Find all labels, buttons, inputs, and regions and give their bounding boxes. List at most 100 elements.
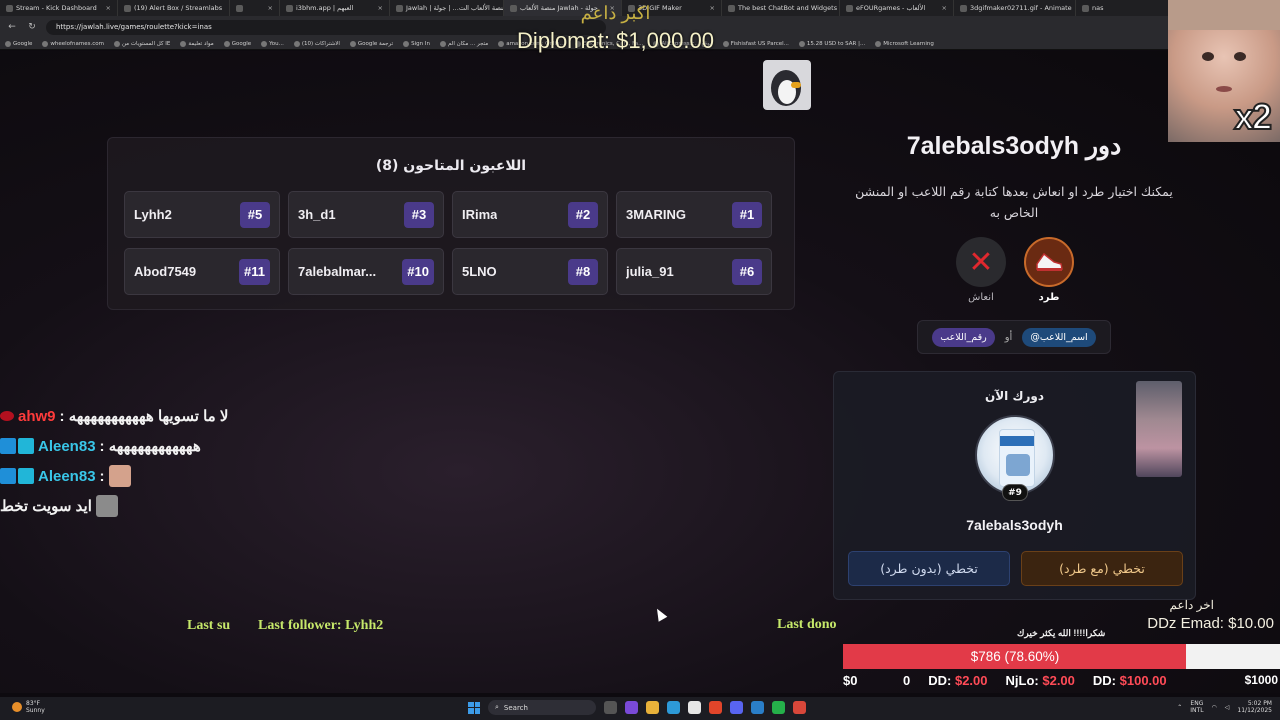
player-card[interactable]: 3MARING #1 [616, 191, 772, 238]
bookmark-favicon-icon [42, 40, 49, 47]
player-card[interactable]: IRima #2 [452, 191, 608, 238]
last-donor-label: Last dono [777, 617, 837, 632]
player-card[interactable]: Abod7549 #11 [124, 248, 280, 295]
bookmark-item[interactable]: Microsoft Learning [870, 40, 939, 47]
tab-label: The best ChatBot and Widgets [738, 4, 838, 12]
browser-tab[interactable]: Jawlah | منصة الألعاب الت... | جولة× [390, 0, 504, 16]
brave-icon[interactable] [709, 701, 722, 714]
store-icon[interactable] [688, 701, 701, 714]
bookmark-favicon-icon [875, 40, 882, 47]
players-grid: Lyhh2 #5 3h_d1 #3 IRima #2 3MARING #1 Abod7549 #1… [124, 191, 772, 295]
player-card[interactable]: 7alebalmar... #10 [288, 248, 444, 295]
clock[interactable]: 5:02 PM 11/12/2025 [1237, 700, 1272, 714]
tab-favicon-icon [728, 4, 735, 12]
tab-label: i3bhm.app | العبهم [296, 4, 354, 12]
close-icon[interactable]: × [374, 4, 383, 12]
obs-icon[interactable] [793, 701, 806, 714]
browser-tab[interactable]: i3bhm.app | العبهم × [280, 0, 390, 16]
revive-icon[interactable]: ✕ [956, 237, 1006, 287]
browser-tab[interactable]: The best ChatBot and Widgets× [722, 0, 840, 16]
bookmark-item[interactable]: Google ترجمة [345, 40, 398, 47]
taskbar-apps: ⌕ Search [468, 700, 806, 715]
last-donation-title: اخر داعم [1169, 598, 1214, 612]
player-card[interactable]: julia_91 #6 [616, 248, 772, 295]
chat-message: Aleen83: ههههههههههههه [0, 431, 228, 461]
chat-username[interactable]: ahw9 [18, 408, 56, 425]
browser-tab[interactable]: 3dgifmaker02711.gif - Animate× [954, 0, 1076, 16]
player-name: 3MARING [626, 207, 686, 222]
browser-tab[interactable]: eFOURgames - الألعاب × [840, 0, 954, 16]
kick-shoe-icon[interactable] [1024, 237, 1074, 287]
wifi-icon[interactable]: ◠ [1212, 704, 1217, 711]
player-number-chip: رقم_اللاعب [932, 327, 995, 347]
mouse-cursor [652, 606, 668, 622]
language-indicator[interactable]: ENG INTL [1190, 700, 1203, 714]
bookmark-item[interactable]: Google [219, 40, 256, 47]
sticker-thumbnail [1136, 381, 1182, 477]
browser-tab[interactable]: × [230, 0, 280, 16]
steam-icon[interactable] [751, 701, 764, 714]
reload-icon[interactable]: ↻ [26, 22, 38, 32]
bookmark-item[interactable]: You... [256, 40, 289, 47]
chat-text: ايد سويت تخط [0, 498, 92, 515]
lang-primary: ENG [1190, 700, 1204, 707]
windows-start-icon[interactable] [468, 701, 480, 714]
bookmark-item[interactable]: wheelofnames.com [37, 40, 109, 47]
bookmark-item[interactable]: 15.28 USD to SAR |... [794, 40, 870, 47]
discord-icon[interactable] [730, 701, 743, 714]
chat-message: Aleen83: [0, 461, 228, 491]
chat-emote-icon [108, 465, 131, 487]
task-view-icon[interactable] [604, 701, 617, 714]
back-icon[interactable]: ← [6, 22, 18, 32]
tab-favicon-icon [236, 4, 243, 12]
chat-badges [0, 411, 14, 421]
player-mention-chip: @اسم_اللاعب [1022, 327, 1096, 347]
chat-text: : [99, 467, 105, 485]
milk-carton-image [999, 429, 1035, 487]
skip-with-kick-button[interactable]: تخطي (مع طرد) [1021, 551, 1183, 586]
browser-tab[interactable]: (19) Alert Box / Streamlabs× [118, 0, 230, 16]
kick-action[interactable]: طرد [1023, 237, 1075, 303]
multiplier-text: x2 [1233, 95, 1273, 138]
skip-without-kick-button[interactable]: تخطي (بدون طرد) [848, 551, 1010, 586]
bookmark-favicon-icon [439, 40, 446, 47]
weather-temp: 83°F [26, 700, 41, 707]
browser-tab[interactable]: nas× [1076, 0, 1180, 16]
player-card[interactable]: 3h_d1 #3 [288, 191, 444, 238]
close-icon[interactable]: × [102, 4, 111, 12]
bookmark-item[interactable]: Sign In [398, 40, 435, 47]
bookmark-favicon-icon [223, 40, 230, 47]
close-icon[interactable]: × [938, 4, 947, 12]
volume-icon[interactable]: ◁ [1225, 704, 1230, 711]
bookmark-label: You... [269, 40, 284, 47]
file-explorer-icon[interactable] [646, 701, 659, 714]
bookmark-item[interactable]: مواد تعليمة [175, 40, 218, 47]
player-card[interactable]: 5LNO #8 [452, 248, 608, 295]
player-number: #2 [568, 201, 598, 228]
taskbar-search[interactable]: ⌕ Search [488, 700, 596, 715]
donor-name: DD: [928, 673, 952, 688]
donor-amount: $2.00 [1042, 673, 1075, 688]
weather-widget[interactable]: 83°F Sunny [12, 700, 45, 714]
copilot-icon[interactable] [625, 701, 638, 714]
chat-username[interactable]: Aleen83 [38, 438, 96, 455]
tray-chevron-icon[interactable]: ⌃ [1177, 704, 1182, 711]
player-card[interactable]: Lyhh2 #5 [124, 191, 280, 238]
tab-label: Jawlah | منصة الألعاب الت... | جولة [406, 4, 504, 12]
edge-icon[interactable] [667, 701, 680, 714]
bookmark-item[interactable]: متجر ... مكان الم [435, 40, 493, 47]
donor-entry: DD: $2.00 [928, 673, 987, 688]
app-icon[interactable] [772, 701, 785, 714]
bookmark-item[interactable]: كل المستويات من IE [109, 40, 175, 47]
bookmark-item[interactable]: Fishisfast US Parcel... [718, 40, 794, 47]
close-icon[interactable]: × [264, 4, 273, 12]
bookmark-item[interactable]: (10) الاشتراكات [289, 40, 345, 47]
bookmark-favicon-icon [261, 40, 268, 47]
bookmark-label: Google [231, 40, 252, 47]
donation-goal-overlay: اخر داعم DDz Emad: $10.00 شكرا!!!! الله … [843, 598, 1280, 694]
bookmark-item[interactable]: Google [0, 40, 37, 47]
browser-tab[interactable]: Stream - Kick Dashboard × [0, 0, 118, 16]
chat-username[interactable]: Aleen83 [38, 468, 96, 485]
current-player-name: 7alebals3odyh [966, 517, 1063, 533]
revive-action[interactable]: ✕ انعاش [955, 237, 1007, 303]
